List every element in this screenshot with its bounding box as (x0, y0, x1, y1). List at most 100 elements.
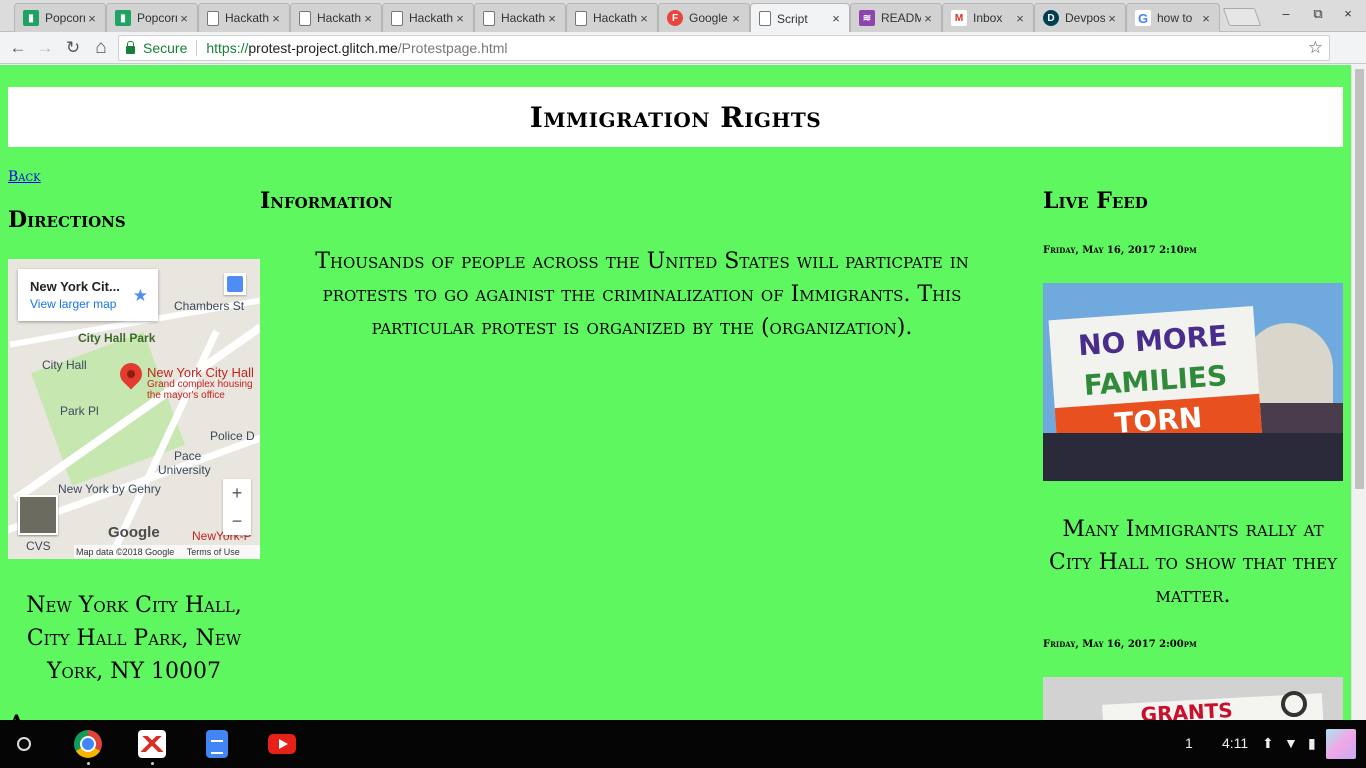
tab-devpost[interactable]: D Devpost × (1034, 3, 1126, 32)
url-path: /Protestpage.html (397, 40, 508, 56)
tab-hackathon-2[interactable]: Hackathon × (290, 3, 382, 32)
page-title: Immigration Rights (529, 100, 822, 134)
page-icon (299, 10, 311, 26)
feed-photo-rally: NO MORE FAMILIES TORN APART (1043, 283, 1343, 481)
google-logo: Google (108, 524, 160, 541)
notification-count[interactable]: 1 (1185, 735, 1193, 751)
close-tab-icon[interactable]: × (921, 11, 935, 26)
reload-icon[interactable]: ↻ (61, 36, 85, 60)
tab-readme[interactable]: ≋ README × (850, 3, 942, 32)
secure-label: Secure (143, 40, 188, 56)
view-larger-map-link[interactable]: View larger map (30, 297, 146, 311)
feed-post-date: Friday, May 16, 2017 2:00pm (1043, 639, 1197, 650)
map-pin-subtitle: the mayor's office (147, 390, 225, 401)
tab-inbox[interactable]: M Inbox × (942, 3, 1034, 32)
map-place-name: New York Cit... (30, 279, 120, 294)
map-pin-subtitle: Grand complex housing (147, 379, 253, 390)
close-window-button[interactable]: × (1338, 6, 1358, 21)
tab-hackathon-4[interactable]: Hackathon × (474, 3, 566, 32)
tab-script-active[interactable]: Script × (750, 3, 850, 33)
page-icon (575, 10, 587, 26)
page-icon (207, 10, 219, 26)
zoom-out-button[interactable]: − (223, 507, 251, 535)
zoom-in-button[interactable]: + (223, 479, 251, 507)
satellite-toggle[interactable] (18, 495, 58, 535)
page-header: Immigration Rights (8, 87, 1343, 147)
google-forms-icon: F (667, 10, 683, 26)
banner-ring-graphic (1281, 691, 1307, 717)
feed-post-date: Friday, May 16, 2017 2:10pm (1043, 245, 1197, 256)
map-label: CVS (26, 539, 51, 553)
feed-post-caption: Many Immigrants rally at City Hall to sh… (1049, 517, 1337, 608)
chrome-icon[interactable] (74, 730, 102, 758)
user-avatar[interactable] (1326, 729, 1356, 759)
map-label: University (158, 463, 211, 477)
close-tab-icon[interactable]: × (1105, 11, 1119, 26)
embedded-map[interactable]: New York Cit... View larger map ★ Chambe… (8, 259, 260, 559)
close-tab-icon[interactable]: × (545, 11, 559, 26)
map-place-card: New York Cit... View larger map ★ (18, 269, 158, 321)
minimize-button[interactable]: – (1276, 6, 1296, 21)
gmail-icon: M (951, 10, 967, 26)
tab-popcorn-2[interactable]: ▮ Popcorn × (106, 3, 198, 32)
terms-of-use-link[interactable]: Terms of Use (187, 547, 240, 557)
map-data-credit: Map data ©2018 Google (76, 547, 175, 557)
back-arrow-icon[interactable]: ← (6, 36, 30, 60)
page-icon (391, 10, 403, 26)
tab-hackathon-3[interactable]: Hackathon × (382, 3, 474, 32)
launcher-icon[interactable] (17, 737, 31, 751)
tab-hackathon-1[interactable]: Hackathon × (198, 3, 290, 32)
youtube-icon[interactable] (268, 734, 296, 754)
close-tab-icon[interactable]: × (829, 11, 843, 26)
running-indicator (151, 762, 154, 765)
feed-photo-banner: GRANTS (1043, 677, 1343, 720)
close-tab-icon[interactable]: × (1013, 11, 1027, 26)
docs-icon[interactable] (206, 730, 228, 758)
save-star-icon[interactable]: ★ (133, 286, 148, 306)
close-tab-icon[interactable]: × (729, 11, 743, 26)
page-icon (483, 10, 495, 26)
readme-icon: ≋ (859, 10, 875, 26)
update-icon[interactable]: ⬆ (1262, 735, 1274, 752)
directions-heading: Directions (8, 207, 126, 233)
page-viewport: Immigration Rights Back Directions Infor… (0, 65, 1366, 720)
forward-arrow-icon[interactable]: → (33, 36, 57, 60)
tab-google-forms[interactable]: F Google × (658, 3, 750, 32)
url-host: protest-project.glitch.me (248, 40, 398, 56)
popcorn-icon: ▮ (23, 10, 39, 26)
tab-how-to[interactable]: G how to × (1126, 3, 1220, 32)
devpost-icon: D (1043, 10, 1059, 26)
close-tab-icon[interactable]: × (453, 11, 467, 26)
lock-icon (126, 41, 135, 54)
map-zoom-control: + − (223, 479, 251, 535)
back-link[interactable]: Back (8, 169, 41, 185)
close-tab-icon[interactable]: × (637, 11, 651, 26)
crowd-graphic (1043, 433, 1343, 481)
close-tab-icon[interactable]: × (269, 11, 283, 26)
home-icon[interactable]: ⌂ (89, 36, 113, 60)
map-label: Police D (210, 429, 255, 443)
bookmark-star-icon[interactable]: ☆ (1308, 38, 1323, 58)
tab-hackathon-5[interactable]: Hackathon × (566, 3, 658, 32)
google-icon: G (1135, 10, 1151, 26)
tab-popcorn-1[interactable]: ▮ Popcorn × (14, 3, 106, 32)
map-label: Pace (174, 449, 202, 463)
close-tab-icon[interactable]: × (85, 11, 99, 26)
new-tab-button[interactable] (1222, 8, 1262, 26)
url-scheme: https:// (206, 40, 249, 56)
wifi-icon[interactable]: ▼ (1284, 735, 1298, 751)
clock[interactable]: 4:11 (1222, 735, 1248, 751)
close-tab-icon[interactable]: × (177, 11, 191, 26)
close-tab-icon[interactable]: × (1199, 11, 1213, 26)
street-view-pegman-icon[interactable] (224, 273, 246, 295)
gmail-icon[interactable] (138, 730, 166, 758)
address-bar[interactable]: Secure https:// protest-project.glitch.m… (118, 35, 1330, 61)
protest-page: Immigration Rights Back Directions Infor… (0, 65, 1351, 720)
information-text: Thousands of people across the United St… (315, 249, 969, 340)
battery-icon[interactable]: ▮ (1308, 735, 1316, 752)
os-taskbar: 1 4:11 ⬆ ▼ ▮ (0, 720, 1366, 768)
page-scrollbar[interactable] (1351, 65, 1366, 720)
close-tab-icon[interactable]: × (361, 11, 375, 26)
restore-button[interactable]: ⧉ (1308, 6, 1328, 22)
scrollbar-thumb[interactable] (1355, 69, 1364, 489)
